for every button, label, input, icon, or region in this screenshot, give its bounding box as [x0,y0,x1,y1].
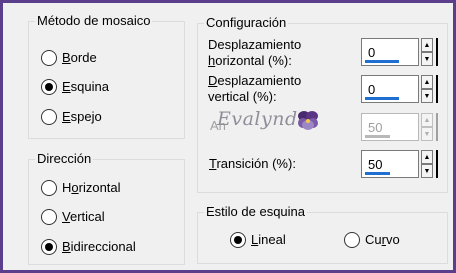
spin-up-icon[interactable]: ▲ [421,75,433,89]
radio-curvo-label: Curvo [365,232,400,247]
transition-slider[interactable] [365,172,390,175]
radio-lineal-circle[interactable] [230,232,246,248]
radio-esquina[interactable]: Esquina [41,78,109,96]
spin-down-icon[interactable]: ▼ [421,89,433,103]
horizontal-offset-input[interactable]: 0 [361,38,419,66]
horizontal-offset-spinner[interactable]: 0 ▲ ▼ [361,38,439,66]
radio-borde[interactable]: Borde [41,49,97,67]
tile-effect-dialog: Método de mosaico Borde Esquina Espejo D… [0,0,456,273]
radio-espejo[interactable]: Espejo [41,108,102,126]
slider-mark-icon [436,150,438,178]
radio-espejo-label: Espejo [62,109,102,124]
slider-mark-icon [436,38,438,66]
slider-mark-icon [436,113,438,141]
radio-vertical[interactable]: Vertical [41,208,105,226]
radio-vertical-circle[interactable] [41,209,57,225]
radio-borde-circle[interactable] [41,50,57,66]
vertical-offset-input[interactable]: 0 [361,75,419,103]
radio-esquina-circle[interactable] [41,79,57,95]
spin-down-icon[interactable]: ▼ [421,164,433,178]
spin-down-icon: ▼ [421,127,433,141]
transition-label: Transición (%): [209,156,296,171]
radio-lineal-label: Lineal [251,232,286,247]
corner-style-group: Estilo de esquina Lineal Curvo [197,204,448,264]
horizontal-offset-slider[interactable] [365,60,399,63]
radio-curvo[interactable]: Curvo [344,231,400,249]
disabled-slider [365,135,390,138]
vertical-offset-arrows[interactable]: ▲ ▼ [421,75,433,103]
corner-style-title: Estilo de esquina [204,204,308,220]
radio-bidireccional-circle[interactable] [41,239,57,255]
radio-bidireccional[interactable]: Bidireccional [41,238,136,256]
horizontal-offset-arrows[interactable]: ▲ ▼ [421,38,433,66]
radio-horizontal-circle[interactable] [41,180,57,196]
spin-up-icon: ▲ [421,113,433,127]
vertical-offset-slider[interactable] [365,97,399,100]
mosaic-method-title: Método de mosaico [35,13,153,29]
horizontal-offset-label: Desplazamiento horizontal (%): [208,37,302,68]
radio-horizontal-label: Horizontal [62,180,121,195]
config-title: Configuración [204,15,289,31]
vertical-offset-spinner[interactable]: 0 ▲ ▼ [361,75,439,103]
radio-esquina-label: Esquina [62,79,109,94]
evalynda-watermark: Evalynda [217,106,327,136]
disabled-spinner: 50 ▲ ▼ [361,113,439,141]
spin-up-icon[interactable]: ▲ [421,150,433,164]
radio-lineal[interactable]: Lineal [230,231,286,249]
slider-mark-icon [436,75,438,103]
watermark-text: Evalynda [217,108,310,130]
radio-horizontal[interactable]: Horizontal [41,179,121,197]
radio-vertical-label: Vertical [62,209,105,224]
horizontal-offset-value: 0 [368,45,376,60]
vertical-offset-value: 0 [368,82,376,97]
radio-curvo-circle[interactable] [344,232,360,248]
transition-value: 50 [368,157,383,172]
transition-arrows[interactable]: ▲ ▼ [421,150,433,178]
spin-down-icon[interactable]: ▼ [421,52,433,66]
direction-group: Dirección Horizontal Vertical Bidireccio… [28,151,185,265]
radio-borde-label: Borde [62,50,97,65]
transition-spinner[interactable]: 50 ▲ ▼ [361,150,439,178]
radio-espejo-circle[interactable] [41,109,57,125]
spin-up-icon[interactable]: ▲ [421,38,433,52]
disabled-value: 50 [368,120,383,135]
mosaic-method-group: Método de mosaico Borde Esquina Espejo [28,13,185,139]
pansy-flower-icon [298,111,318,130]
disabled-input: 50 [361,113,419,141]
vertical-offset-label: Desplazamiento vertical (%): [208,73,302,104]
radio-bidireccional-label: Bidireccional [62,239,136,254]
transition-input[interactable]: 50 [361,150,419,178]
disabled-arrows: ▲ ▼ [421,113,433,141]
direction-title: Dirección [35,151,94,167]
